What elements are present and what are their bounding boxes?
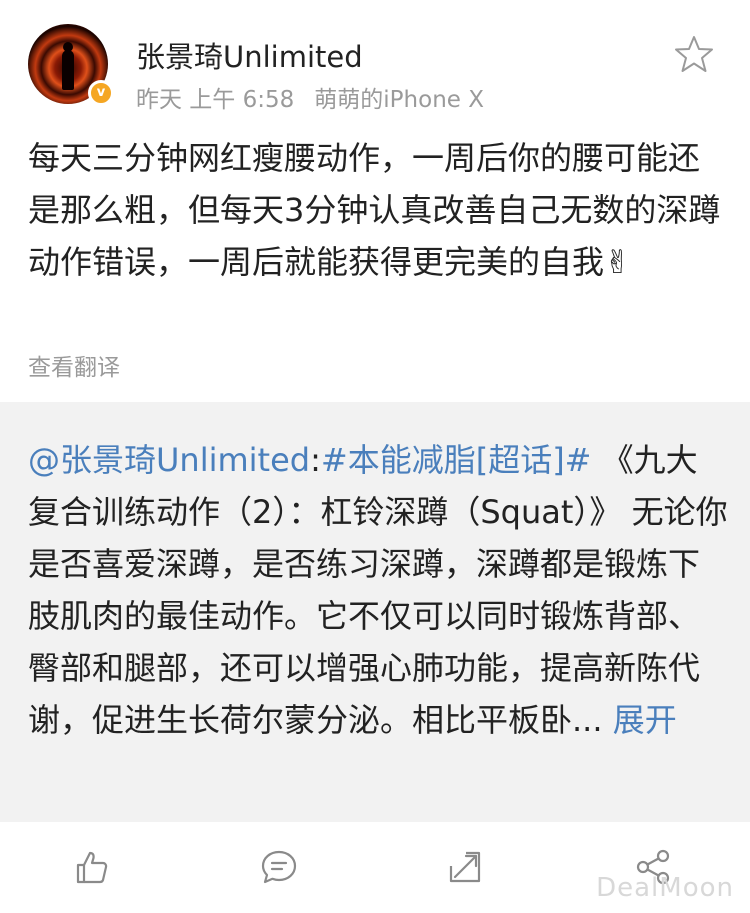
repost-mention[interactable]: @张景琦Unlimited bbox=[28, 441, 310, 479]
victory-hand-emoji: ✌ bbox=[604, 243, 631, 281]
repost-body: 《九大复合训练动作（2）：杠铃深蹲（Squat）》 无论你是否喜爱深蹲，是否练习… bbox=[28, 441, 728, 739]
post-header: v 张景琦Unlimited 昨天 上午 6:58 萌萌的iPhone X bbox=[0, 0, 750, 120]
post-source: 萌萌的iPhone X bbox=[314, 87, 484, 113]
translate-link[interactable]: 查看翻译 bbox=[28, 348, 120, 382]
avatar-figure bbox=[62, 50, 74, 90]
watermark: DealMoon bbox=[596, 873, 734, 903]
post-time: 昨天 上午 6:58 bbox=[136, 87, 295, 113]
username[interactable]: 张景琦Unlimited bbox=[136, 34, 363, 76]
star-icon[interactable] bbox=[674, 34, 714, 74]
post-text: 每天三分钟网红瘦腰动作，一周后你的腰可能还是那么粗，但每天3分钟认真改善自己无数… bbox=[28, 132, 728, 288]
repost-card[interactable]: @张景琦Unlimited:#本能减脂[超话]# 《九大复合训练动作（2）：杠铃… bbox=[0, 402, 750, 822]
expand-link[interactable]: 展开 bbox=[613, 701, 677, 739]
action-toolbar: DealMoon bbox=[0, 822, 750, 913]
comment-icon[interactable] bbox=[260, 848, 298, 886]
post-meta: 昨天 上午 6:58 萌萌的iPhone X bbox=[136, 80, 484, 114]
repost-colon: : bbox=[310, 441, 321, 479]
verified-badge: v bbox=[88, 80, 114, 106]
repost-topic[interactable]: #本能减脂[超话]# bbox=[321, 441, 592, 479]
thumbs-up-icon[interactable] bbox=[72, 848, 110, 886]
repost-text: @张景琦Unlimited:#本能减脂[超话]# 《九大复合训练动作（2）：杠铃… bbox=[28, 434, 728, 746]
forward-icon[interactable] bbox=[446, 848, 484, 886]
